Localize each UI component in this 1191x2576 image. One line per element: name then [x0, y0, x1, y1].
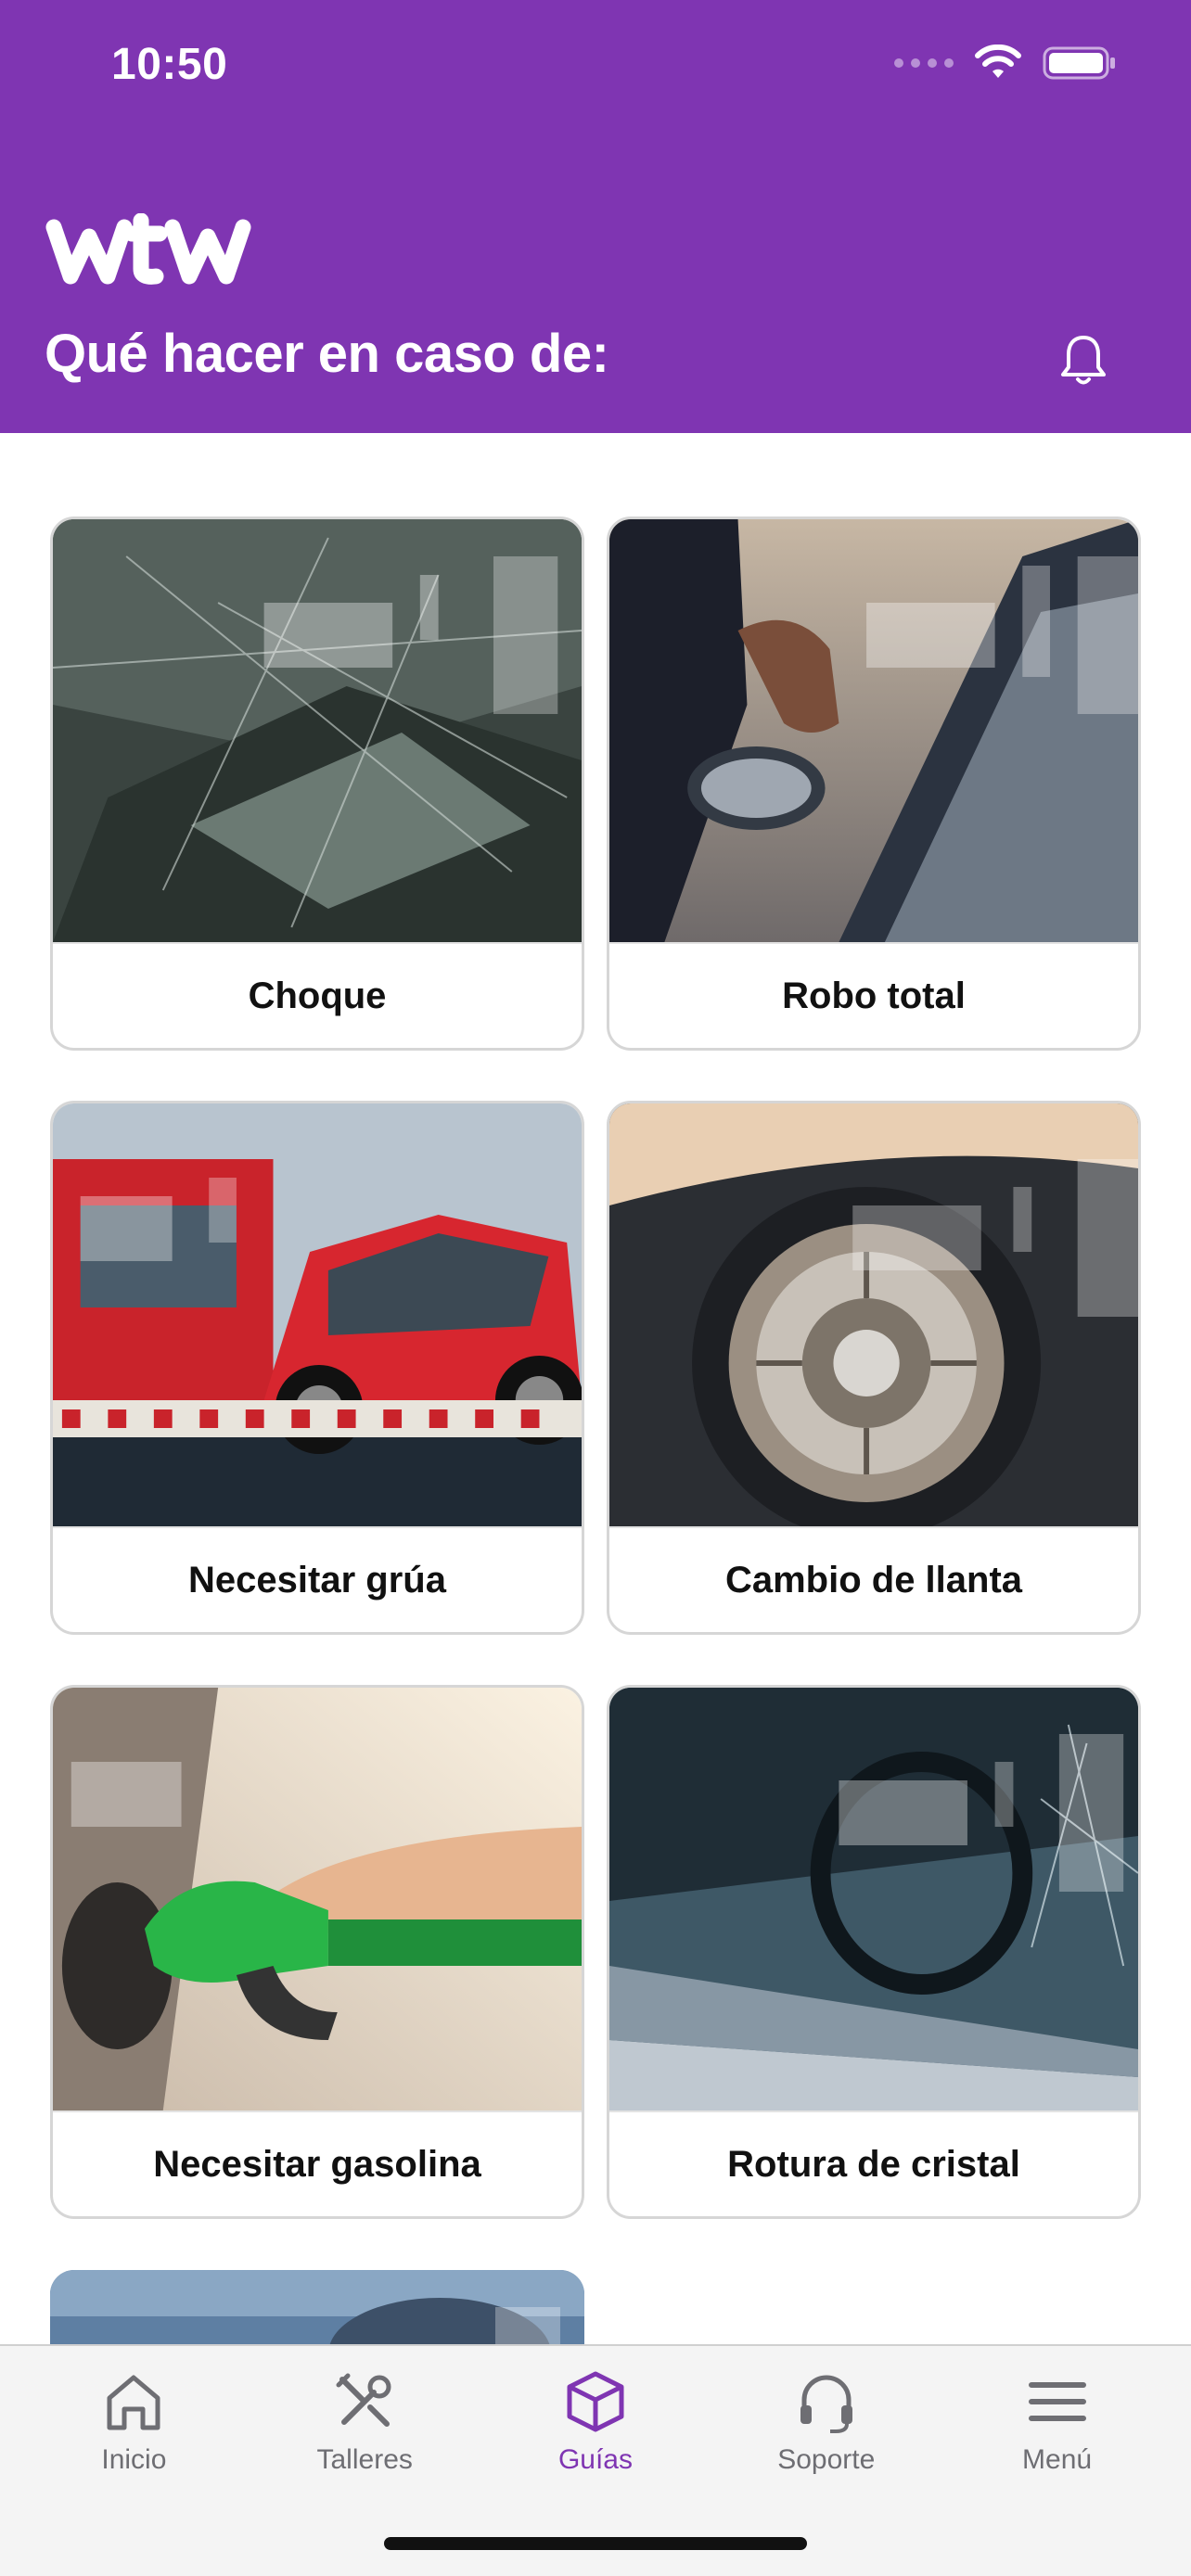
guide-card-choque[interactable]: Choque [50, 516, 584, 1051]
flat-tire-image [609, 1103, 1138, 1526]
tab-label: Talleres [316, 2444, 413, 2475]
page-title: Qué hacer en caso de: [45, 324, 609, 384]
guide-label: Cambio de llanta [609, 1526, 1138, 1632]
home-indicator [384, 2537, 807, 2550]
wtw-logo-graphic [45, 212, 251, 285]
guide-card-necesitar-gasolina[interactable]: Necesitar gasolina [50, 1685, 584, 2219]
guide-card-rotura-de-cristal[interactable]: Rotura de cristal [607, 1685, 1141, 2219]
wifi-icon [975, 45, 1021, 78]
tab-label: Guías [557, 2444, 633, 2475]
headset-icon [800, 2375, 852, 2433]
guide-label: Robo total [609, 942, 1138, 1048]
guide-card-robo-total[interactable]: Robo total [607, 516, 1141, 1051]
guides-grid: Choque Robo total Necesitar grúa Cambio … [50, 516, 1141, 2219]
wtw-logo [45, 212, 258, 292]
guide-label: Rotura de cristal [609, 2111, 1138, 2216]
guide-label: Choque [53, 942, 582, 1048]
status-indicators [894, 45, 1117, 82]
tools-icon [336, 2373, 391, 2427]
notifications-button[interactable] [1054, 330, 1113, 389]
tab-inicio[interactable]: Inicio [32, 2365, 236, 2476]
guide-card-cambio-de-llanta[interactable]: Cambio de llanta [607, 1101, 1141, 1635]
battery-icon [1043, 46, 1115, 80]
guide-label: Necesitar gasolina [53, 2111, 582, 2216]
tab-guias[interactable]: Guías [493, 2365, 698, 2476]
tab-menu[interactable]: Menú [955, 2365, 1159, 2476]
fuel-pump-image [53, 1688, 582, 2111]
signal-icon [894, 58, 954, 68]
crash-image [53, 519, 582, 942]
bell-icon [1061, 336, 1106, 385]
car-theft-image [609, 519, 1138, 942]
box-icon [567, 2371, 624, 2432]
menu-icon [1028, 2382, 1086, 2421]
broken-window-image [609, 1688, 1138, 2111]
tab-label: Menú [1022, 2444, 1093, 2475]
app-header: 10:50 Qué hacer en caso de: [0, 0, 1191, 433]
home-icon [107, 2375, 160, 2430]
guide-label: Necesitar grúa [53, 1526, 582, 1632]
tab-label: Inicio [101, 2444, 167, 2475]
tab-label: Soporte [777, 2444, 876, 2475]
guide-card-necesitar-grua[interactable]: Necesitar grúa [50, 1101, 584, 1635]
tab-soporte[interactable]: Soporte [724, 2365, 928, 2476]
tow-truck-image [53, 1103, 582, 1526]
status-time: 10:50 [111, 40, 228, 89]
tab-talleres[interactable]: Talleres [263, 2365, 467, 2476]
